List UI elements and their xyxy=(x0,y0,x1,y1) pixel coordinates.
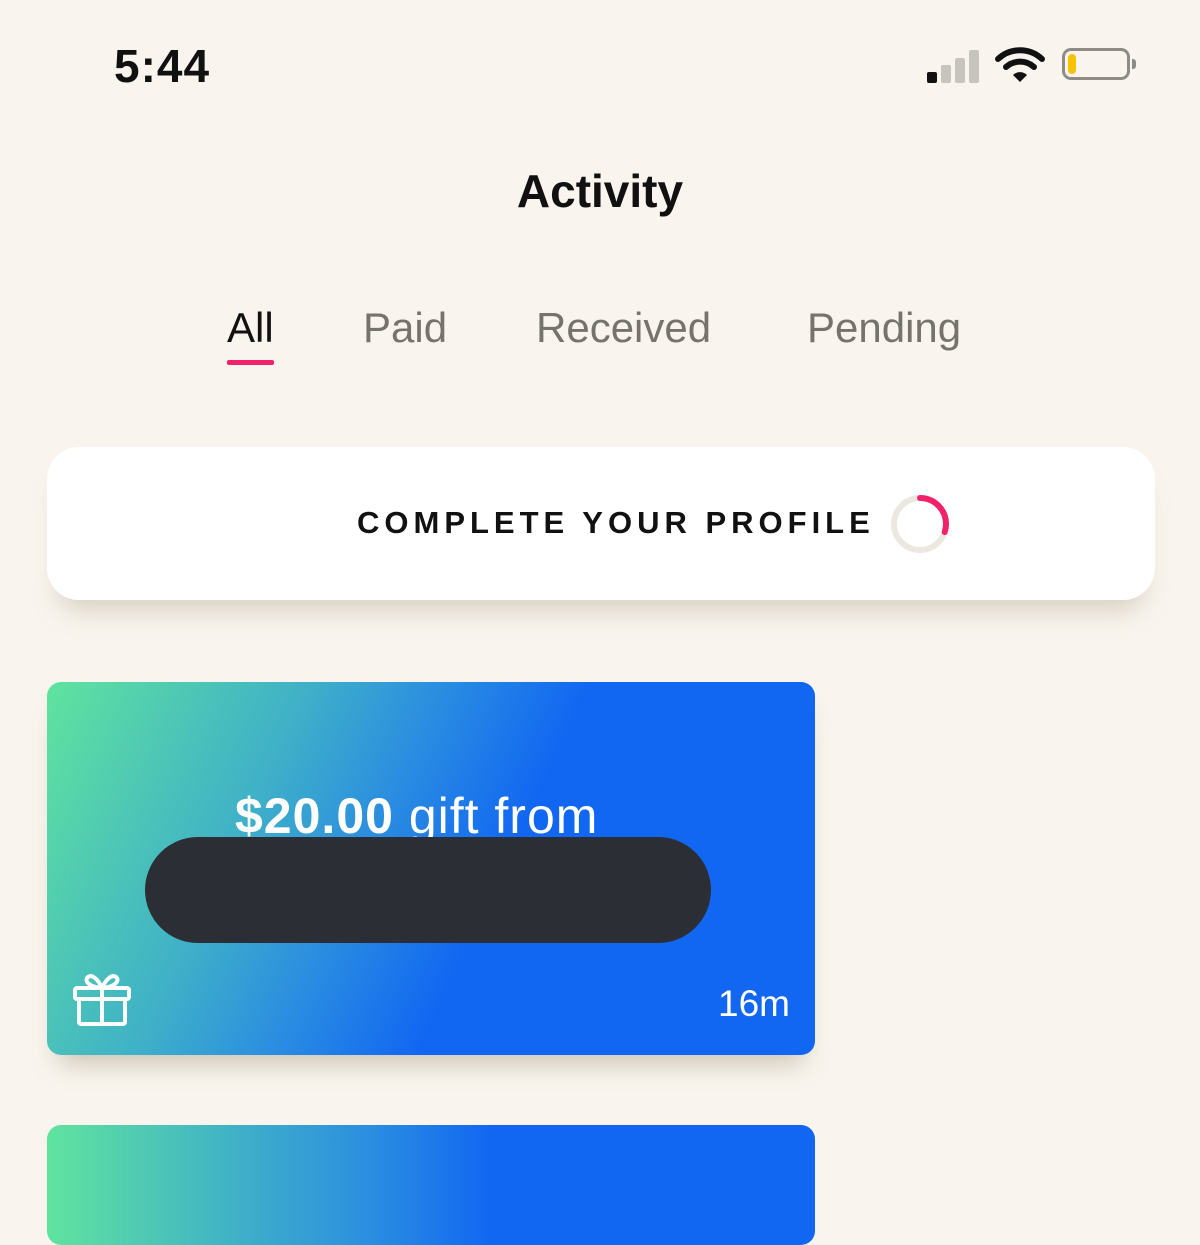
signal-bar xyxy=(941,65,951,83)
tab-label: Paid xyxy=(363,304,448,351)
tab-label: Pending xyxy=(807,304,962,351)
page-title: Activity xyxy=(516,165,684,217)
tab-received[interactable]: Received xyxy=(536,300,711,356)
signal-bar xyxy=(927,72,937,83)
complete-profile-card[interactable]: COMPLETE YOUR PROFILE xyxy=(47,447,1155,600)
tab-all[interactable]: All xyxy=(227,300,274,365)
status-time: 5:44 xyxy=(114,40,211,92)
redacted-sender-name xyxy=(145,837,711,943)
activity-item[interactable] xyxy=(47,1125,815,1245)
wifi-icon xyxy=(995,47,1045,82)
signal-bar xyxy=(955,58,965,83)
gift-icon xyxy=(73,974,131,1026)
activity-description: gift from xyxy=(393,788,599,844)
profile-progress-ring xyxy=(891,495,949,553)
tab-paid[interactable]: Paid xyxy=(363,300,447,356)
cellular-signal-icon xyxy=(927,49,983,83)
signal-bar xyxy=(969,50,979,83)
battery-icon xyxy=(1062,48,1130,80)
status-icons xyxy=(925,44,1145,88)
tab-label: All xyxy=(227,304,274,351)
activity-amount: $20.00 xyxy=(235,788,394,844)
complete-profile-label: COMPLETE YOUR PROFILE xyxy=(357,505,875,540)
activity-time: 16m xyxy=(718,983,790,1024)
card-background xyxy=(47,1125,815,1245)
activity-item[interactable]: $20.00 gift from 16m xyxy=(47,682,815,1055)
tab-label: Received xyxy=(536,304,712,351)
active-tab-indicator xyxy=(227,360,274,365)
activity-tabs: All Paid Received Pending xyxy=(0,300,1200,380)
tab-pending[interactable]: Pending xyxy=(807,300,961,356)
battery-nub xyxy=(1132,59,1136,69)
battery-level xyxy=(1068,54,1076,74)
